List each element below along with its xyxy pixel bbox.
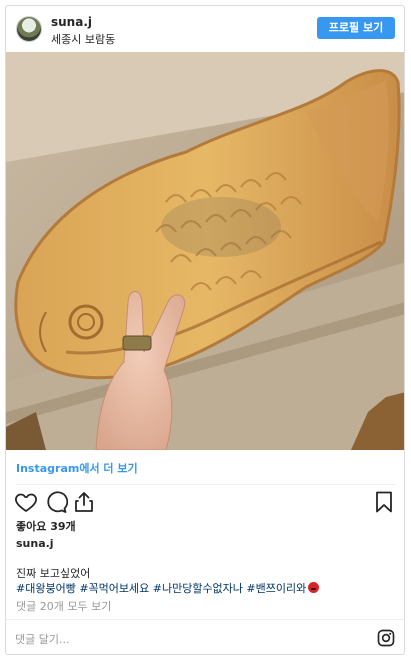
avatar[interactable] — [16, 16, 42, 42]
comment-input[interactable] — [15, 630, 355, 648]
like-count[interactable]: 좋아요 39개 — [16, 518, 76, 534]
divider — [16, 484, 396, 485]
action-bar — [6, 488, 404, 518]
caption-hashtags[interactable]: #대왕붕어빵 #꼭먹어보세요 #나만당할수없자나 #밴쯔이리와 — [16, 580, 320, 596]
header-location[interactable]: 세종시 보람동 — [51, 31, 115, 47]
instagram-logo-icon[interactable] — [377, 629, 395, 647]
post-header: suna.j 세종시 보람동 프로필 보기 — [6, 6, 404, 52]
view-more-on-instagram-link[interactable]: Instagram에서 더 보기 — [16, 460, 138, 476]
comment-bar — [6, 619, 404, 654]
angry-face-emoji-icon — [308, 582, 320, 593]
view-profile-button[interactable]: 프로필 보기 — [317, 17, 395, 39]
fish-bread-photo — [6, 52, 404, 450]
post-photo[interactable] — [6, 52, 404, 450]
bookmark-icon[interactable] — [372, 490, 396, 514]
caption-text: 진짜 보고싶었어 — [16, 567, 91, 580]
heart-icon[interactable] — [14, 490, 38, 514]
header-username[interactable]: suna.j — [51, 15, 92, 29]
comment-icon[interactable] — [44, 490, 68, 514]
instagram-embed-card: suna.j 세종시 보람동 프로필 보기 Instagram에서 더 보기 좋… — [5, 5, 405, 655]
caption-username[interactable]: suna.j — [16, 537, 54, 550]
hashtag-list[interactable]: #대왕붕어빵 #꼭먹어보세요 #나만당할수없자나 #밴쯔이리와 — [16, 582, 306, 595]
share-icon[interactable] — [72, 490, 96, 514]
view-all-comments-link[interactable]: 댓글 20개 모두 보기 — [16, 598, 111, 614]
